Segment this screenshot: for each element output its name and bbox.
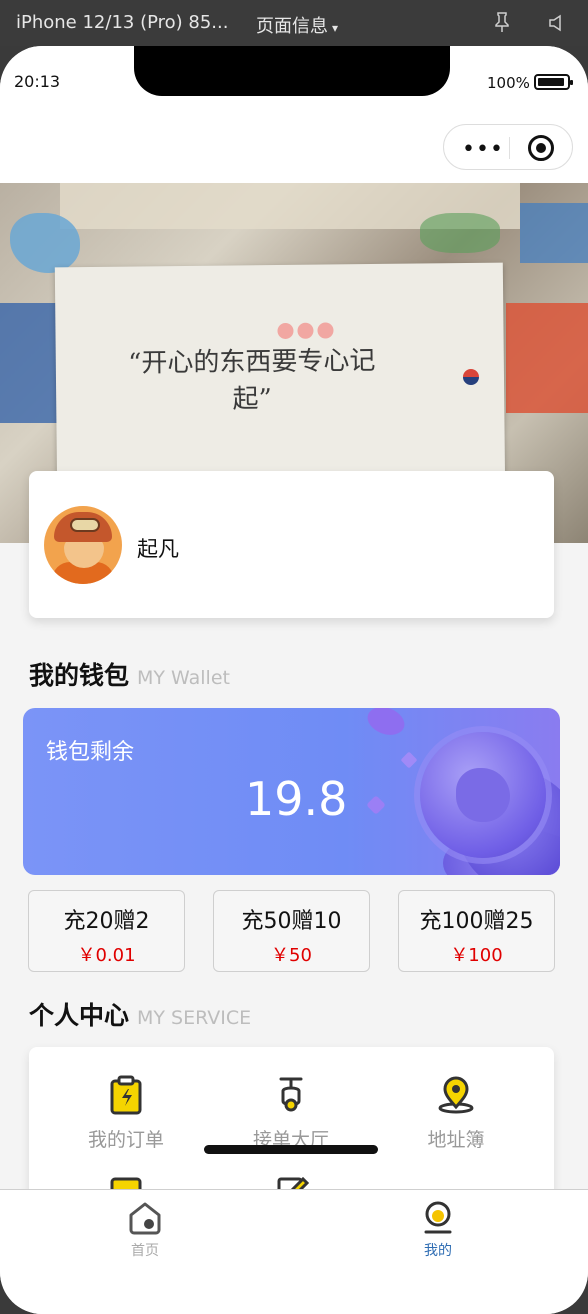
- banner-quote: “开心的东西要专心记起”: [128, 346, 376, 415]
- devtools-toolbar: iPhone 12/13 (Pro) 85... 页面信息 ▾: [0, 0, 588, 46]
- location-pin-icon: [438, 1076, 474, 1114]
- decor-sparkle-icon: [400, 751, 418, 769]
- home-icon: [129, 1202, 161, 1235]
- battery-percent: 100%: [487, 74, 530, 92]
- coin-flower-icon: [456, 768, 510, 822]
- profile-card[interactable]: 起凡: [29, 471, 554, 618]
- decor-star-icon: [363, 708, 409, 740]
- service-address-book[interactable]: 地址簿: [381, 1075, 531, 1152]
- wallet-title: 我的钱包: [29, 661, 130, 690]
- wallet-subtitle: MY Wallet: [137, 667, 230, 689]
- recharge-title: 充100赠25: [419, 909, 534, 934]
- home-indicator: [204, 1145, 378, 1154]
- decor-sparkle-icon: [366, 795, 386, 815]
- avatar[interactable]: [44, 506, 122, 584]
- page-info-dropdown[interactable]: 页面信息 ▾: [256, 12, 338, 38]
- miniprogram-capsule: •••: [443, 124, 573, 170]
- page-info-label: 页面信息: [256, 16, 328, 37]
- recharge-option-50[interactable]: 充50赠10 ￥50: [213, 890, 370, 972]
- wallet-section-title: 我的钱包 MY Wallet: [29, 656, 230, 692]
- tab-home[interactable]: 首页: [95, 1200, 195, 1260]
- user-name: 起凡: [137, 537, 179, 561]
- banner-sticker-blue-right: [520, 203, 588, 263]
- banner-paper-note: “开心的东西要专心记起”: [54, 262, 506, 498]
- clipboard-icon: [110, 1075, 142, 1115]
- service-order-hall[interactable]: 接单大厅: [216, 1075, 366, 1152]
- speaker-icon[interactable]: [548, 14, 566, 32]
- profile-icon: [424, 1201, 452, 1234]
- more-dots-icon[interactable]: •••: [462, 137, 504, 162]
- recharge-option-20[interactable]: 充20赠2 ￥0.01: [28, 890, 185, 972]
- tab-mine-label: 我的: [424, 1243, 452, 1259]
- recharge-price: ￥0.01: [77, 945, 136, 966]
- service-my-orders[interactable]: 我的订单: [51, 1075, 201, 1152]
- recharge-title: 充20赠2: [63, 909, 150, 934]
- tab-home-label: 首页: [131, 1243, 159, 1259]
- service-subtitle: MY SERVICE: [137, 1007, 252, 1029]
- ball-sticker-icon: [462, 368, 480, 386]
- service-title: 个人中心: [29, 1001, 130, 1030]
- service-label: 我的订单: [87, 1129, 164, 1151]
- avatar-goggle: [70, 518, 100, 532]
- tab-bar: 首页 我的: [0, 1189, 588, 1314]
- phone-frame: 20:13 100% ••• “开心的东西要专心记起” 起凡 我的钱包 MY W…: [0, 46, 588, 1314]
- banner-sticker-green: [420, 213, 500, 253]
- capsule-divider: [509, 137, 510, 159]
- recharge-price: ￥100: [450, 945, 503, 966]
- banner-sticker-red: [506, 303, 588, 413]
- recharge-option-100[interactable]: 充100赠25 ￥100: [398, 890, 555, 972]
- banner-sticker-navy: [0, 303, 60, 423]
- coin-icon: [420, 732, 546, 858]
- tab-mine[interactable]: 我的: [388, 1200, 488, 1260]
- pin-icon[interactable]: [494, 12, 510, 32]
- chevron-down-icon: ▾: [332, 21, 339, 35]
- notch: [134, 46, 450, 96]
- recharge-title: 充50赠10: [241, 909, 342, 934]
- wallet-balance-amount: 19.8: [245, 772, 348, 826]
- wallet-card[interactable]: 钱包剩余 19.8: [23, 708, 560, 875]
- status-bar: 20:13 100%: [0, 46, 588, 118]
- status-time: 20:13: [14, 72, 61, 91]
- battery-icon: [534, 74, 573, 90]
- wallet-balance-label: 钱包剩余: [46, 740, 135, 765]
- scooter-icon: [279, 1077, 303, 1112]
- device-selector[interactable]: iPhone 12/13 (Pro) 85...: [16, 12, 228, 33]
- navigation-bar: •••: [0, 118, 588, 184]
- recharge-price: ￥50: [271, 945, 312, 966]
- target-icon[interactable]: [528, 135, 554, 161]
- service-section-title: 个人中心 MY SERVICE: [29, 996, 251, 1032]
- service-label: 地址簿: [427, 1129, 485, 1151]
